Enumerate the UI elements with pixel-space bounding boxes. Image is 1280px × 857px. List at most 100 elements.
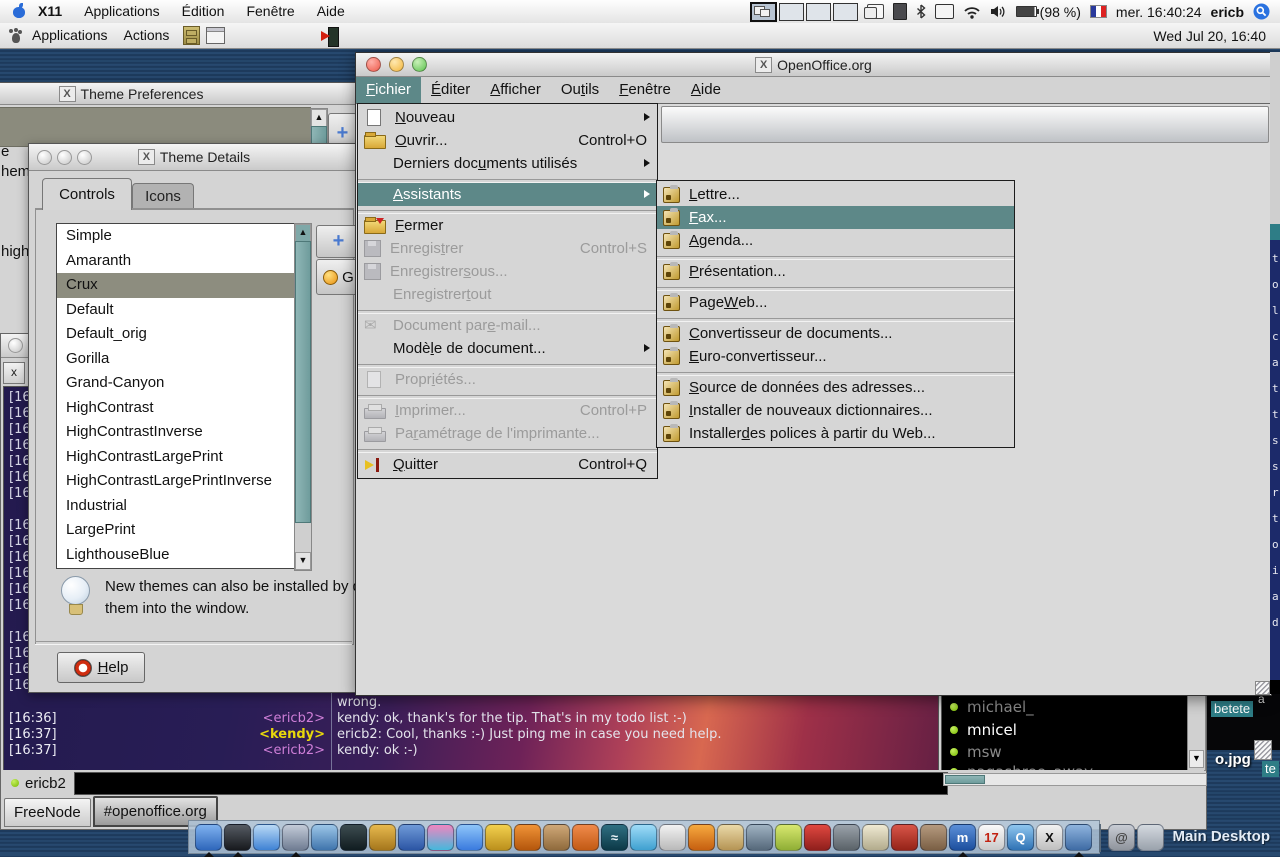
pager-desktop-1[interactable]	[750, 2, 777, 22]
theme-list-item[interactable]: Amaranth	[57, 249, 294, 274]
bluetooth-icon[interactable]	[916, 4, 926, 19]
dock-icon-finder[interactable]	[195, 824, 222, 851]
dock-icon-installer[interactable]	[369, 824, 396, 851]
resize-grip[interactable]	[1255, 681, 1270, 695]
dark-doc-icon[interactable]	[893, 3, 907, 20]
theme-list-item[interactable]: HighContrastLargePrint	[57, 445, 294, 470]
theme-list-item[interactable]: Default_orig	[57, 322, 294, 347]
prefs-selected-row[interactable]	[0, 107, 311, 147]
pager-desktop-4[interactable]	[833, 3, 858, 21]
assistants-menu-item[interactable]: Convertisseur de documents...	[657, 322, 1014, 345]
dock-icon-bluefish[interactable]: m	[949, 824, 976, 851]
irc-user-row[interactable]: mnicel	[950, 720, 1017, 740]
irc-message-nick[interactable]: <kendy>	[59, 727, 325, 742]
dock-icon-ical[interactable]: 17	[978, 824, 1005, 851]
theme-list-item[interactable]: Default	[57, 298, 294, 323]
go-to-theme-folder-button[interactable]: G	[316, 259, 360, 295]
file-menu-item[interactable]	[358, 306, 657, 314]
ooo-menubar-item[interactable]: Afficher	[480, 77, 551, 103]
scroll-up-icon[interactable]: ▲	[295, 224, 311, 242]
theme-list[interactable]: SimpleAmaranthCruxDefaultDefault_origGor…	[56, 223, 295, 569]
theme-preferences-titlebar[interactable]: Theme Preferences	[0, 83, 366, 105]
theme-list-item[interactable]: Industrial	[57, 494, 294, 519]
dock-icon-dashboard[interactable]	[224, 824, 251, 851]
file-menu-item[interactable]: Fermer	[358, 214, 657, 237]
help-button[interactable]: Help	[57, 652, 145, 683]
file-menu-item[interactable]: Enregistrer sous...	[358, 260, 657, 283]
dock-icon-pages[interactable]	[862, 824, 889, 851]
file-menu-item[interactable]: Propriétés...	[358, 368, 657, 391]
theme-list-item[interactable]: Crux	[57, 273, 294, 298]
file-menu-item[interactable]: Modèle de document...	[358, 337, 657, 360]
assistants-menu-item[interactable]: Fax...	[657, 206, 1014, 229]
mac-clock[interactable]: mer. 16:40:24	[1116, 4, 1202, 20]
dock-icon-openoffice[interactable]: ≈	[601, 824, 628, 851]
gnome-clock[interactable]: Wed Jul 20, 16:40	[1153, 28, 1280, 44]
theme-details-titlebar[interactable]: Theme Details	[29, 144, 359, 171]
file-menu-item[interactable]: Assistants	[358, 183, 657, 206]
irc-x-button[interactable]: x	[3, 362, 25, 384]
install-theme-button[interactable]: +	[316, 225, 360, 258]
dock-icon-ichat[interactable]	[456, 824, 483, 851]
ooo-titlebar[interactable]: OpenOffice.org	[356, 53, 1271, 77]
assistants-menu-item[interactable]: Installer des polices à partir du Web...	[657, 422, 1014, 445]
french-flag-icon[interactable]	[1090, 5, 1107, 18]
theme-list-item[interactable]: Grand-Canyon	[57, 371, 294, 396]
dock-icon-preview[interactable]	[311, 824, 338, 851]
wifi-icon[interactable]	[963, 5, 981, 19]
mac-menu-item[interactable]: Applications	[73, 0, 171, 23]
desktop-icon-label-cut[interactable]: te	[1262, 761, 1279, 777]
dock-icon-keychain-access[interactable]	[833, 824, 860, 851]
dock-icon-quicktime[interactable]: Q	[1007, 824, 1034, 851]
theme-list-scrollbar[interactable]: ▲ ▼	[294, 223, 312, 571]
dock-icon-imovie[interactable]	[746, 824, 773, 851]
assistants-menu-item[interactable]	[657, 283, 1014, 291]
file-menu-item[interactable]: Quitter Control+Q	[358, 453, 657, 476]
irc-user-row[interactable]: msw	[950, 742, 1002, 762]
ooo-menubar-item[interactable]: Aide	[681, 77, 731, 103]
assistants-menu-item[interactable]	[657, 368, 1014, 376]
file-menu-item[interactable]	[358, 391, 657, 399]
pager-desktop-2[interactable]	[779, 3, 804, 21]
dock-icon-stickies[interactable]	[775, 824, 802, 851]
file-menu-item[interactable]: Document par e-mail...	[358, 314, 657, 337]
dock-icon-vlc[interactable]	[572, 824, 599, 851]
assistants-menu-item[interactable]: Page Web...	[657, 291, 1014, 314]
theme-list-item[interactable]: HighContrastLargePrintInverse	[57, 469, 294, 494]
dock-icon-iphoto[interactable]	[1065, 824, 1092, 851]
irc-input[interactable]	[74, 772, 948, 795]
volume-icon[interactable]	[990, 5, 1007, 18]
pager-desktop-3[interactable]	[806, 3, 831, 21]
mac-menu-item[interactable]: Aide	[306, 0, 356, 23]
dock-icon-xcode[interactable]	[282, 824, 309, 851]
ooo-menubar-item[interactable]: Outils	[551, 77, 609, 103]
file-menu-item[interactable]: Ouvrir... Control+O	[358, 129, 657, 152]
theme-list-item[interactable]: LargePrint	[57, 518, 294, 543]
irc-message-nick[interactable]: <ericb2>	[59, 743, 325, 758]
irc-channel-tab[interactable]: FreeNode	[4, 798, 91, 827]
mac-menu-item[interactable]: Édition	[171, 0, 236, 23]
dock-icon-itunes[interactable]	[630, 824, 657, 851]
file-menu-item[interactable]	[358, 445, 657, 453]
file-menu-item[interactable]: Imprimer... Control+P	[358, 399, 657, 422]
dock-icon-firefox[interactable]	[688, 824, 715, 851]
desktop-icon-label[interactable]: betete	[1211, 701, 1253, 717]
dock-icon-remote-desktop[interactable]	[398, 824, 425, 851]
spotlight-icon[interactable]	[1253, 3, 1270, 20]
dock-icon-mail-stack[interactable]: @	[1108, 824, 1135, 851]
file-menu-item[interactable]: Derniers documents utilisés	[358, 152, 657, 175]
irc-nick-label[interactable]: ericb2	[25, 775, 66, 792]
resize-grip[interactable]	[1254, 740, 1272, 760]
tab-controls[interactable]: Controls	[42, 178, 132, 210]
assistants-menu-item[interactable]	[657, 252, 1014, 260]
assistants-menu-item[interactable]: Source de données des adresses...	[657, 376, 1014, 399]
gnome-foot-icon[interactable]	[8, 28, 24, 44]
mac-app-menu[interactable]: X11	[27, 0, 73, 23]
assistants-menu-item[interactable]: Agenda...	[657, 229, 1014, 252]
display-icon[interactable]	[935, 4, 954, 19]
theme-list-item[interactable]: Gorilla	[57, 347, 294, 372]
assistants-menu-item[interactable]	[657, 314, 1014, 322]
irc-message-nick[interactable]: <ericb2>	[59, 711, 325, 726]
dock-icon-gimp[interactable]	[920, 824, 947, 851]
terminal-launcher-icon[interactable]	[206, 27, 225, 44]
